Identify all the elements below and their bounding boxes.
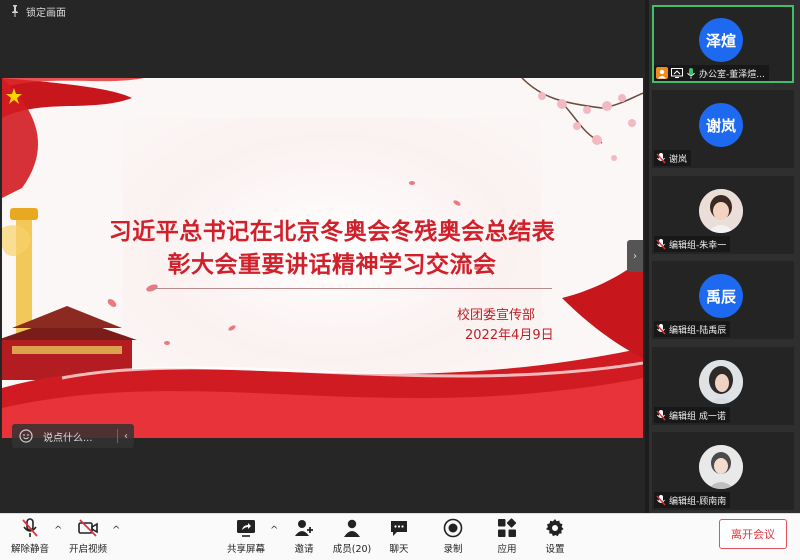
record-label: 录制: [443, 544, 463, 555]
share-screen-label: 共享屏幕: [226, 544, 265, 555]
apps-label: 应用: [497, 544, 517, 555]
participant-tile[interactable]: 编辑组-顾南南: [652, 432, 794, 510]
participant-nameplate: 谢岚: [654, 150, 692, 166]
participant-tile[interactable]: 禹辰 编辑组-陆禹辰: [652, 261, 794, 339]
participant-nameplate: 编辑组 成一诺: [654, 407, 730, 423]
start-video-label: 开启视频: [68, 544, 107, 555]
unmute-button[interactable]: 解除静音: [2, 518, 58, 558]
participant-nameplate: 编辑组-朱幸一: [654, 236, 731, 252]
pin-icon: [12, 5, 18, 17]
smiley-icon[interactable]: [19, 429, 33, 443]
participant-nameplate: 办公室-董泽煊...: [654, 65, 769, 81]
invite-label: 邀请: [294, 544, 314, 555]
apps-icon: [498, 518, 517, 537]
record-button[interactable]: 录制: [425, 518, 481, 558]
members-label: 成员(20): [332, 544, 372, 555]
participant-name: 编辑组-朱幸一: [669, 240, 727, 251]
chat-button[interactable]: 聊天: [371, 518, 427, 558]
participant-name: 编辑组-顾南南: [669, 496, 727, 507]
unmute-label: 解除静音: [10, 544, 49, 555]
slide-title-line-2: 彰大会重要讲话精神学习交流会: [167, 252, 497, 278]
avatar: 禹辰: [699, 274, 743, 318]
members-icon: [344, 519, 360, 537]
lock-screen-control[interactable]: 锁定画面: [10, 2, 66, 20]
avatar-photo: [699, 360, 743, 404]
meeting-toolbar: 解除静音 ^ 开启视频 ^ 共享屏幕 ^ 邀请 成员(20) 聊天 录制 应用 …: [0, 513, 800, 560]
participant-tile[interactable]: 编辑组-朱幸一: [652, 176, 794, 254]
microphone-muted-icon: [22, 518, 38, 537]
host-icon: [656, 67, 668, 79]
microphone-muted-icon: [656, 323, 666, 334]
gear-icon: [546, 519, 564, 537]
participant-name: 谢岚: [669, 154, 688, 165]
collapse-chat-icon[interactable]: ‹: [118, 431, 134, 442]
record-icon: [443, 518, 463, 538]
participant-name: 编辑组-陆禹辰: [669, 325, 727, 336]
chevron-right-icon: ›: [633, 250, 637, 262]
microphone-muted-icon: [656, 409, 666, 420]
participant-panel: 泽煊 办公室-董泽煊... 谢岚 谢岚 编辑组-朱幸一 禹辰 编辑组-陆禹辰 编…: [649, 0, 800, 513]
slide-divider: [152, 288, 552, 289]
leave-meeting-button[interactable]: 离开会议: [719, 519, 787, 549]
slide-date: 2022年4月9日: [465, 328, 554, 343]
quick-chat-input[interactable]: 说点什么... ‹: [12, 424, 134, 448]
collapse-participants-button[interactable]: ›: [627, 240, 643, 272]
participant-nameplate: 编辑组-顾南南: [654, 492, 731, 508]
slide-organizer: 校团委宣传部: [457, 308, 536, 323]
slide-title-line-1: 习近平总书记在北京冬奥会冬残奥会总结表: [108, 219, 556, 245]
avatar-photo: [699, 445, 743, 489]
add-user-icon: [295, 520, 313, 536]
avatar: 谢岚: [699, 103, 743, 147]
participant-tile[interactable]: 谢岚 谢岚: [652, 90, 794, 168]
chat-icon: [391, 521, 407, 536]
share-screen-icon: [237, 520, 255, 537]
video-options-chevron-icon[interactable]: ^: [112, 525, 120, 536]
avatar-photo: [699, 189, 743, 233]
microphone-muted-icon: [656, 152, 666, 163]
participant-nameplate: 编辑组-陆禹辰: [654, 321, 731, 337]
microphone-muted-icon: [656, 238, 666, 249]
lock-screen-label: 锁定画面: [26, 7, 66, 19]
screen-share-icon: [671, 68, 683, 78]
presentation-slide: 习近平总书记在北京冬奥会冬残奥会总结表 彰大会重要讲话精神学习交流会 校团委宣传…: [2, 78, 643, 438]
chat-label: 聊天: [389, 544, 409, 555]
participant-name: 编辑组 成一诺: [669, 411, 726, 422]
quick-chat-placeholder: 说点什么...: [43, 432, 93, 444]
camera-off-icon: [78, 519, 98, 537]
participant-tile[interactable]: 编辑组 成一诺: [652, 347, 794, 425]
share-screen-button[interactable]: 共享屏幕: [218, 518, 274, 558]
slide-title: 习近平总书记在北京冬奥会冬残奥会总结表 彰大会重要讲话精神学习交流会: [72, 216, 592, 282]
participant-name: 办公室-董泽煊...: [699, 69, 765, 80]
participant-tile[interactable]: 泽煊 办公室-董泽煊...: [652, 5, 794, 83]
avatar: 泽煊: [699, 18, 743, 62]
shared-screen-area: 锁定画面 习近平总书记在北京冬奥会冬残奥会总结表 彰大会重要讲话精神学习交流会 …: [0, 0, 645, 513]
settings-label: 设置: [545, 544, 565, 555]
microphone-on-icon: [687, 67, 695, 78]
settings-button[interactable]: 设置: [527, 518, 583, 558]
start-video-button[interactable]: 开启视频: [60, 518, 116, 558]
microphone-muted-icon: [656, 494, 666, 505]
